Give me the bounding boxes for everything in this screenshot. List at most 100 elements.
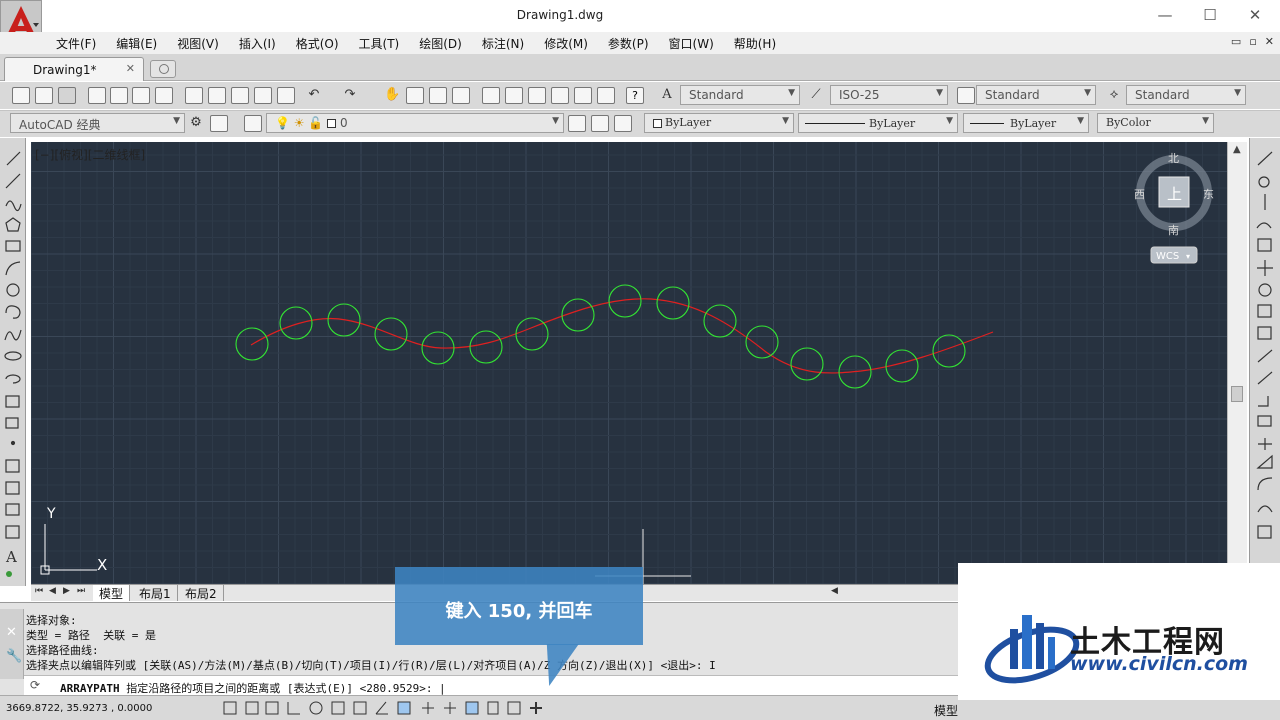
tool-palettes-icon[interactable] bbox=[528, 87, 546, 104]
pan-icon[interactable]: ✋ bbox=[384, 87, 400, 103]
tab-model[interactable]: 模型 bbox=[93, 585, 131, 601]
block-editor-icon[interactable] bbox=[277, 87, 295, 104]
calculator-icon[interactable] bbox=[597, 87, 615, 104]
layer-properties-icon[interactable] bbox=[244, 115, 262, 132]
help-icon[interactable]: ? bbox=[626, 87, 644, 104]
text-style-icon: A bbox=[662, 87, 672, 102]
menu-item-7[interactable]: 标注(N) bbox=[474, 35, 536, 52]
tab-layout2[interactable]: 布局2 bbox=[179, 585, 224, 601]
layer-select[interactable]: 💡 ☀ 🔓 0 ▼ bbox=[266, 113, 564, 133]
scroll-left-icon[interactable]: ◀ bbox=[831, 586, 838, 596]
command-recent-icon[interactable]: ⟳ bbox=[30, 678, 40, 692]
dynamic-input-icon bbox=[422, 702, 434, 714]
command-customize-icon[interactable]: 🔧 bbox=[6, 649, 22, 664]
zoom-previous-icon[interactable] bbox=[452, 87, 470, 104]
command-window-handle[interactable]: ✕ 🔧 bbox=[0, 609, 24, 679]
save-icon[interactable] bbox=[58, 87, 76, 104]
ellipse-icon bbox=[4, 351, 22, 361]
tab-layout1[interactable]: 布局1 bbox=[133, 585, 178, 601]
dimension-style-select[interactable]: ISO-25 ▼ bbox=[830, 85, 948, 105]
plot-preview-icon[interactable] bbox=[110, 87, 128, 104]
object-snap-tracking-icon bbox=[375, 701, 388, 715]
open-file-icon[interactable] bbox=[35, 87, 53, 104]
mdi-close-button[interactable]: ✕ bbox=[1265, 35, 1274, 48]
plot-icon[interactable] bbox=[88, 87, 106, 104]
mdi-restore-button[interactable]: ▫ bbox=[1249, 35, 1256, 48]
rotate-icon bbox=[1258, 283, 1272, 297]
plot-style-select[interactable]: ByColor ▼ bbox=[1097, 113, 1214, 133]
layer-previous-icon[interactable] bbox=[591, 115, 609, 132]
first-layout-icon[interactable]: ⏮ bbox=[35, 586, 43, 596]
layer-color-swatch bbox=[327, 119, 337, 128]
design-center-icon[interactable] bbox=[505, 87, 523, 104]
previous-layout-icon[interactable]: ◀ bbox=[49, 586, 56, 596]
3d-object-snap-icon bbox=[353, 701, 367, 715]
text-style-select[interactable]: Standard ▼ bbox=[680, 85, 800, 105]
markup-icon[interactable] bbox=[574, 87, 592, 104]
autocad-window: Drawing1.dwg — ☐ ✕ 文件(F) 编辑(E) 视图(V) 插入(I) 格… bbox=[0, 0, 1280, 720]
next-layout-icon[interactable]: ▶ bbox=[63, 586, 70, 596]
workspace-select[interactable]: AutoCAD 经典 ▼ bbox=[10, 113, 185, 133]
multileader-style-select[interactable]: Standard ▼ bbox=[1126, 85, 1246, 105]
tab-drawing1[interactable]: Drawing1* ✕ bbox=[4, 57, 144, 81]
menu-item-5[interactable]: 工具(T) bbox=[351, 35, 412, 52]
mdi-minimize-button[interactable]: ▭ bbox=[1231, 35, 1241, 48]
cut-icon[interactable] bbox=[185, 87, 203, 104]
layer-states-icon[interactable] bbox=[614, 115, 632, 132]
menu-item-10[interactable]: 窗口(W) bbox=[661, 35, 726, 52]
scroll-up-icon[interactable]: ▲ bbox=[1233, 144, 1241, 155]
sheet-set-icon[interactable] bbox=[551, 87, 569, 104]
scale-icon bbox=[1257, 304, 1272, 318]
linetype-select[interactable]: ByLayer ▼ bbox=[798, 113, 958, 133]
modify-tool-icons bbox=[1256, 151, 1273, 539]
tab-close-icon[interactable]: ✕ bbox=[126, 62, 135, 75]
publish-icon[interactable] bbox=[132, 87, 150, 104]
tutorial-callout: 键入 150, 并回车 bbox=[395, 567, 643, 645]
command-close-icon[interactable]: ✕ bbox=[6, 625, 17, 640]
stretch-icon bbox=[1257, 326, 1272, 340]
close-button[interactable]: ✕ bbox=[1240, 4, 1270, 26]
plus-circle-icon bbox=[159, 64, 169, 74]
workspace-settings-gear-icon[interactable]: ⚙ bbox=[188, 115, 204, 131]
drawing-canvas[interactable]: Y X 上 北 南 西 东 WCS ▾ [−][俯视][二维线框] bbox=[31, 142, 1227, 584]
color-select[interactable]: ByLayer ▼ bbox=[644, 113, 794, 133]
command-input[interactable]: ⟳ ARRAYPATH 指定沿路径的项目之间的距离或 [表达式(E)] <280… bbox=[24, 675, 958, 696]
properties-icon[interactable] bbox=[482, 87, 500, 104]
copy-icon[interactable] bbox=[208, 87, 226, 104]
last-layout-icon[interactable]: ⏭ bbox=[77, 586, 85, 596]
coordinate-readout[interactable]: 3669.8722, 35.9273 , 0.0000 bbox=[6, 703, 152, 714]
minimize-button[interactable]: — bbox=[1150, 4, 1180, 26]
gradient-icon bbox=[5, 481, 20, 495]
menu-item-3[interactable]: 插入(I) bbox=[231, 35, 288, 52]
menu-item-9[interactable]: 参数(P) bbox=[600, 35, 661, 52]
redo-icon[interactable]: ↷ bbox=[342, 87, 358, 103]
maximize-button[interactable]: ☐ bbox=[1195, 4, 1225, 26]
new-file-icon[interactable] bbox=[12, 87, 30, 104]
3d-print-icon[interactable] bbox=[155, 87, 173, 104]
workspace-toolbar-icon[interactable] bbox=[210, 115, 228, 132]
model-space-toggle[interactable]: 模型 bbox=[934, 702, 958, 719]
menu-item-8[interactable]: 修改(M) bbox=[536, 35, 600, 52]
scroll-thumb[interactable] bbox=[1231, 386, 1243, 402]
zoom-window-icon[interactable] bbox=[429, 87, 447, 104]
break-icon bbox=[1257, 415, 1272, 427]
undo-icon[interactable]: ↶ bbox=[306, 87, 322, 103]
menu-item-6[interactable]: 绘图(D) bbox=[411, 35, 474, 52]
new-tab-button[interactable] bbox=[150, 60, 176, 78]
match-properties-icon[interactable] bbox=[254, 87, 272, 104]
spline-icon bbox=[4, 329, 22, 341]
vertical-scrollbar[interactable]: ▲ bbox=[1227, 142, 1247, 584]
zoom-realtime-icon[interactable] bbox=[406, 87, 424, 104]
circle-icon bbox=[6, 283, 20, 297]
lineweight-select[interactable]: ByLayer ▼ bbox=[963, 113, 1089, 133]
annotation-monitor-icon bbox=[530, 702, 542, 714]
menu-item-0[interactable]: 文件(F) bbox=[48, 35, 108, 52]
make-object-layer-current-icon[interactable] bbox=[568, 115, 586, 132]
table-style-select[interactable]: Standard ▼ bbox=[976, 85, 1096, 105]
paste-icon[interactable] bbox=[231, 87, 249, 104]
menu-item-2[interactable]: 视图(V) bbox=[169, 35, 231, 52]
viewport-controls-label[interactable]: [−][俯视][二维线框] bbox=[35, 146, 145, 163]
menu-item-11[interactable]: 帮助(H) bbox=[726, 35, 788, 52]
menu-item-4[interactable]: 格式(O) bbox=[288, 35, 351, 52]
menu-item-1[interactable]: 编辑(E) bbox=[108, 35, 169, 52]
